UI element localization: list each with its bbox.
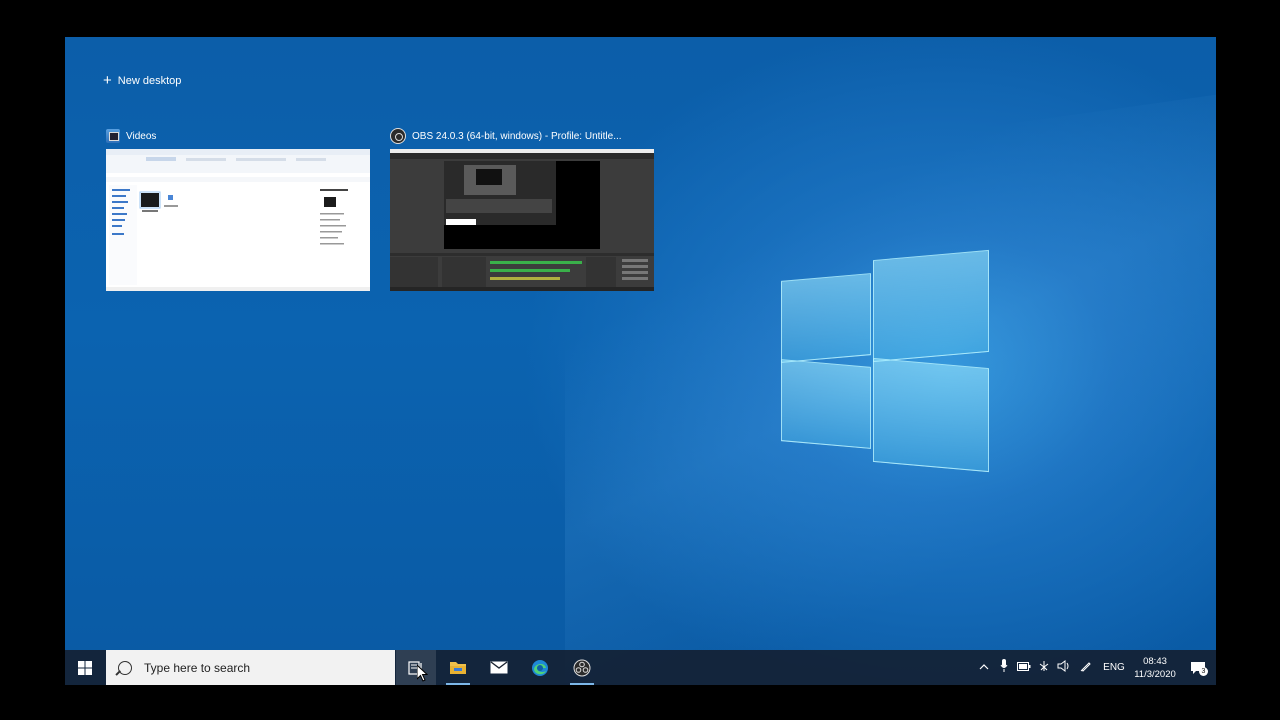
obs-icon bbox=[390, 128, 406, 144]
taskbar-file-explorer[interactable] bbox=[438, 650, 478, 685]
taskbar-obs[interactable] bbox=[562, 650, 602, 685]
search-icon bbox=[118, 660, 132, 675]
notification-badge: 3 bbox=[1199, 666, 1208, 676]
clock-date: 11/3/2020 bbox=[1134, 668, 1176, 680]
windows-start-icon bbox=[78, 660, 92, 675]
window-title: Videos bbox=[126, 130, 157, 142]
network-icon[interactable] bbox=[1034, 660, 1054, 675]
desktop: + New desktop Videos OBS 24.0.3 (64-bit,… bbox=[65, 37, 1216, 685]
action-center-button[interactable]: 3 bbox=[1180, 661, 1216, 676]
window-thumbnail[interactable] bbox=[106, 149, 370, 291]
clock-time: 08:43 bbox=[1143, 655, 1167, 667]
mail-icon bbox=[490, 661, 508, 674]
chevron-up-icon[interactable] bbox=[974, 662, 994, 673]
volume-icon[interactable] bbox=[1054, 660, 1074, 675]
file-explorer-icon bbox=[450, 662, 466, 674]
window-title-bar: Videos bbox=[106, 127, 370, 145]
pen-icon[interactable] bbox=[1074, 660, 1098, 675]
task-view-button[interactable] bbox=[396, 650, 436, 685]
language-indicator[interactable]: ENG bbox=[1098, 662, 1130, 673]
start-button[interactable] bbox=[65, 650, 105, 685]
battery-icon[interactable] bbox=[1014, 661, 1034, 674]
edge-icon bbox=[532, 659, 548, 676]
microphone-icon[interactable] bbox=[994, 659, 1014, 676]
new-desktop-button[interactable]: + New desktop bbox=[103, 72, 182, 89]
taskbar-search-box[interactable]: Type here to search bbox=[106, 650, 395, 685]
clock[interactable]: 08:43 11/3/2020 bbox=[1130, 655, 1180, 681]
taskbar-mail[interactable] bbox=[479, 650, 519, 685]
window-card-videos[interactable]: Videos bbox=[106, 127, 370, 291]
taskbar: Type here to search ENG 08:43 11/3/2020 … bbox=[65, 650, 1216, 685]
mouse-cursor bbox=[416, 663, 429, 685]
search-placeholder: Type here to search bbox=[144, 660, 251, 675]
window-card-obs[interactable]: OBS 24.0.3 (64-bit, windows) - Profile: … bbox=[390, 127, 654, 291]
window-title-bar: OBS 24.0.3 (64-bit, windows) - Profile: … bbox=[390, 127, 654, 145]
obs-icon bbox=[573, 659, 591, 676]
new-desktop-label: New desktop bbox=[117, 75, 182, 87]
system-tray: ENG 08:43 11/3/2020 3 bbox=[974, 650, 1216, 685]
plus-icon: + bbox=[103, 72, 112, 89]
windows-wallpaper-logo bbox=[781, 249, 991, 473]
videos-folder-icon bbox=[106, 129, 120, 143]
window-thumbnail[interactable] bbox=[390, 149, 654, 291]
window-title: OBS 24.0.3 (64-bit, windows) - Profile: … bbox=[412, 130, 622, 142]
taskbar-edge[interactable] bbox=[520, 650, 560, 685]
